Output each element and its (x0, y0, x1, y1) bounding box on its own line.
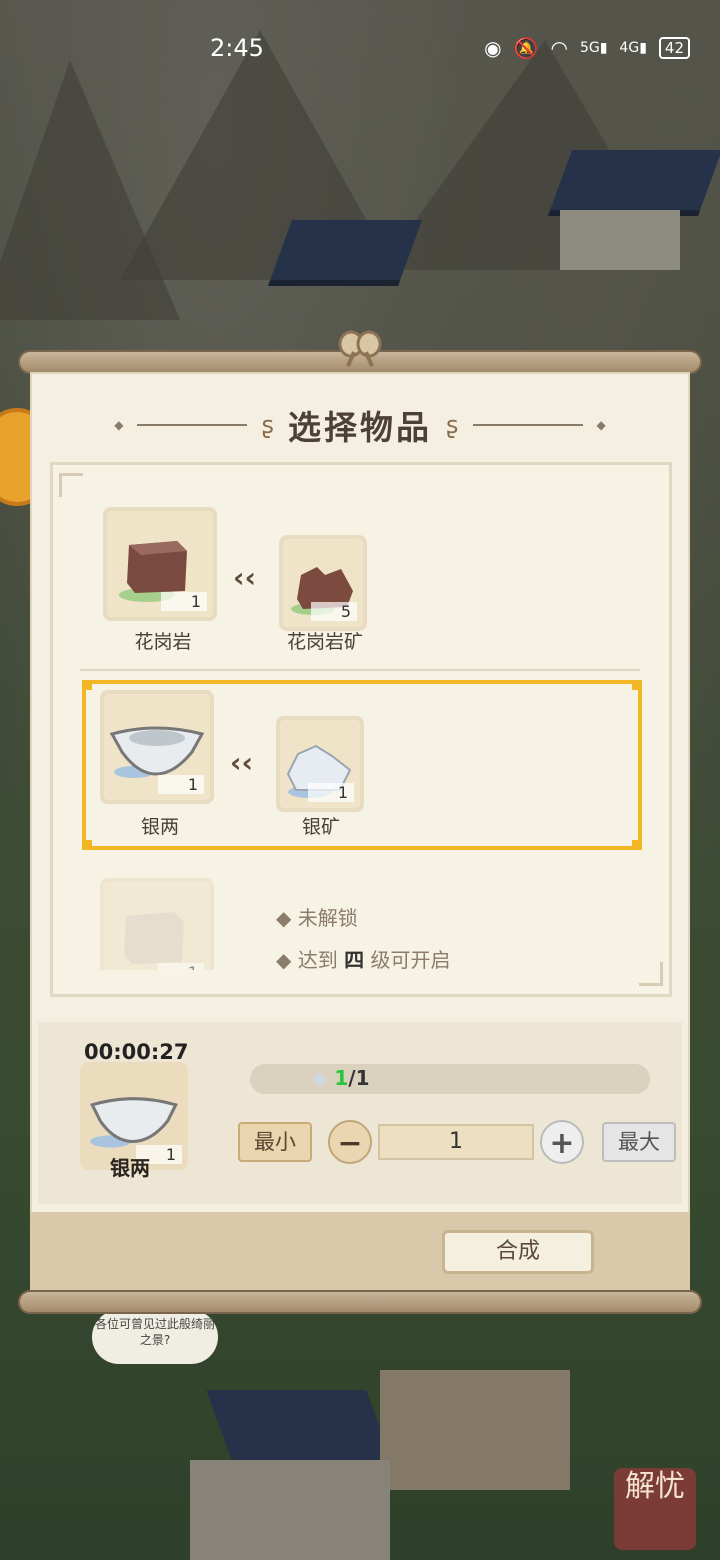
unlock-hint-prefix: 达到 (297, 948, 338, 972)
item-count: 1 (160, 592, 207, 611)
craft-button[interactable]: 合成 (442, 1230, 594, 1274)
signal-4g-icon: 4G▮ (619, 40, 647, 56)
signal-5g-icon: 5G▮ (579, 40, 608, 56)
recipe-input-name: 花岗岩矿 (286, 631, 363, 653)
item-count: 1 (157, 775, 204, 794)
recipe-output-slot[interactable]: 1 (100, 690, 214, 804)
requirement-need: /1 (348, 1066, 370, 1090)
status-bar: 2:45 ◉ 🔕 ◠ 5G▮ 4G▮ 42 (0, 0, 720, 100)
network-5g-label: 5G (579, 40, 600, 56)
highlight-corner (632, 680, 642, 690)
frame-corner-icon (639, 962, 663, 986)
unlock-hint-suffix: 级可开启 (370, 948, 451, 972)
locked-recipe-clip: 1 (100, 878, 214, 970)
highlight-corner (82, 680, 92, 690)
curl-ornament-icon: ʂ (261, 411, 274, 439)
highlight-corner (632, 840, 642, 850)
item-count: 5 (310, 602, 357, 621)
min-quantity-button[interactable]: 最小 (238, 1122, 312, 1162)
quantity-field[interactable]: 1 (378, 1124, 534, 1160)
increase-button[interactable]: + (540, 1120, 584, 1164)
recipe-input-slot[interactable]: 1 (276, 716, 364, 812)
craft-timer: 00:00:27 (84, 1040, 189, 1064)
decrease-button[interactable]: − (328, 1120, 372, 1164)
requirement-have: 1 (334, 1066, 349, 1090)
recipe-output-slot[interactable]: 1 (103, 507, 217, 621)
title-line (137, 424, 248, 426)
highlight-corner (82, 840, 92, 850)
locked-item-icon (124, 912, 184, 964)
locked-recipe-slot[interactable]: 1 (100, 878, 214, 970)
max-quantity-button[interactable]: 最大 (602, 1122, 676, 1162)
scroll-bottom-rod (18, 1290, 702, 1314)
select-item-dialog: ◆ ʂ 选择物品 ʂ ◆ 1 ‹‹ 5 花岗岩 花岗岩矿 1 ‹‹ 1 银两 银… (30, 372, 690, 1292)
locked-text: 未解锁 (297, 906, 358, 930)
dialog-title: 选择物品 (288, 408, 432, 447)
battery-icon: 42 (658, 37, 690, 59)
mute-icon: 🔕 (513, 36, 539, 60)
frame-corner-icon (59, 473, 83, 497)
arrow-left-icon: ‹‹ (230, 746, 254, 779)
status-time: 2:45 (210, 34, 264, 62)
ornament-dot-icon: ◆ (596, 418, 606, 432)
unlock-hint: ◆ 达到 四 级可开启 (276, 948, 451, 972)
status-icons: ◉ 🔕 ◠ 5G▮ 4G▮ 42 (484, 36, 690, 60)
craft-output-name: 银两 (110, 1156, 150, 1180)
minus-icon: − (337, 1126, 363, 1161)
npc-speech-bubble: 各位可曾见过此般绮丽之景? (92, 1310, 218, 1364)
recipe-divider (80, 669, 640, 671)
title-line (472, 424, 583, 426)
plus-icon: + (549, 1126, 575, 1161)
recipe-output-name: 花岗岩 (134, 631, 192, 653)
eye-icon: ◉ (484, 36, 502, 60)
silver-ore-small-icon: ◆ (312, 1066, 328, 1090)
locked-status: ◆ 未解锁 (276, 906, 358, 930)
item-count: 1 (157, 963, 204, 970)
ornament-dot-icon: ◆ (114, 418, 124, 432)
requirement-text: ◆ 1/1 (312, 1066, 370, 1090)
dialog-header: ◆ ʂ 选择物品 ʂ ◆ (30, 400, 690, 450)
requirement-bar (250, 1064, 650, 1094)
menu-stamp-button[interactable]: 解忧 (614, 1468, 696, 1550)
item-count: 1 (307, 783, 354, 802)
scroll-knot-icon (338, 330, 382, 367)
network-4g-label: 4G (619, 40, 640, 56)
recipe-input-name: 银矿 (301, 816, 340, 838)
wifi-icon: ◠ (550, 36, 568, 60)
arrow-left-icon: ‹‹ (233, 561, 257, 594)
unlock-level: 四 (344, 948, 365, 972)
recipe-output-name: 银两 (140, 816, 179, 838)
curl-ornament-icon: ʂ (446, 411, 459, 439)
recipe-input-slot[interactable]: 5 (279, 535, 367, 631)
